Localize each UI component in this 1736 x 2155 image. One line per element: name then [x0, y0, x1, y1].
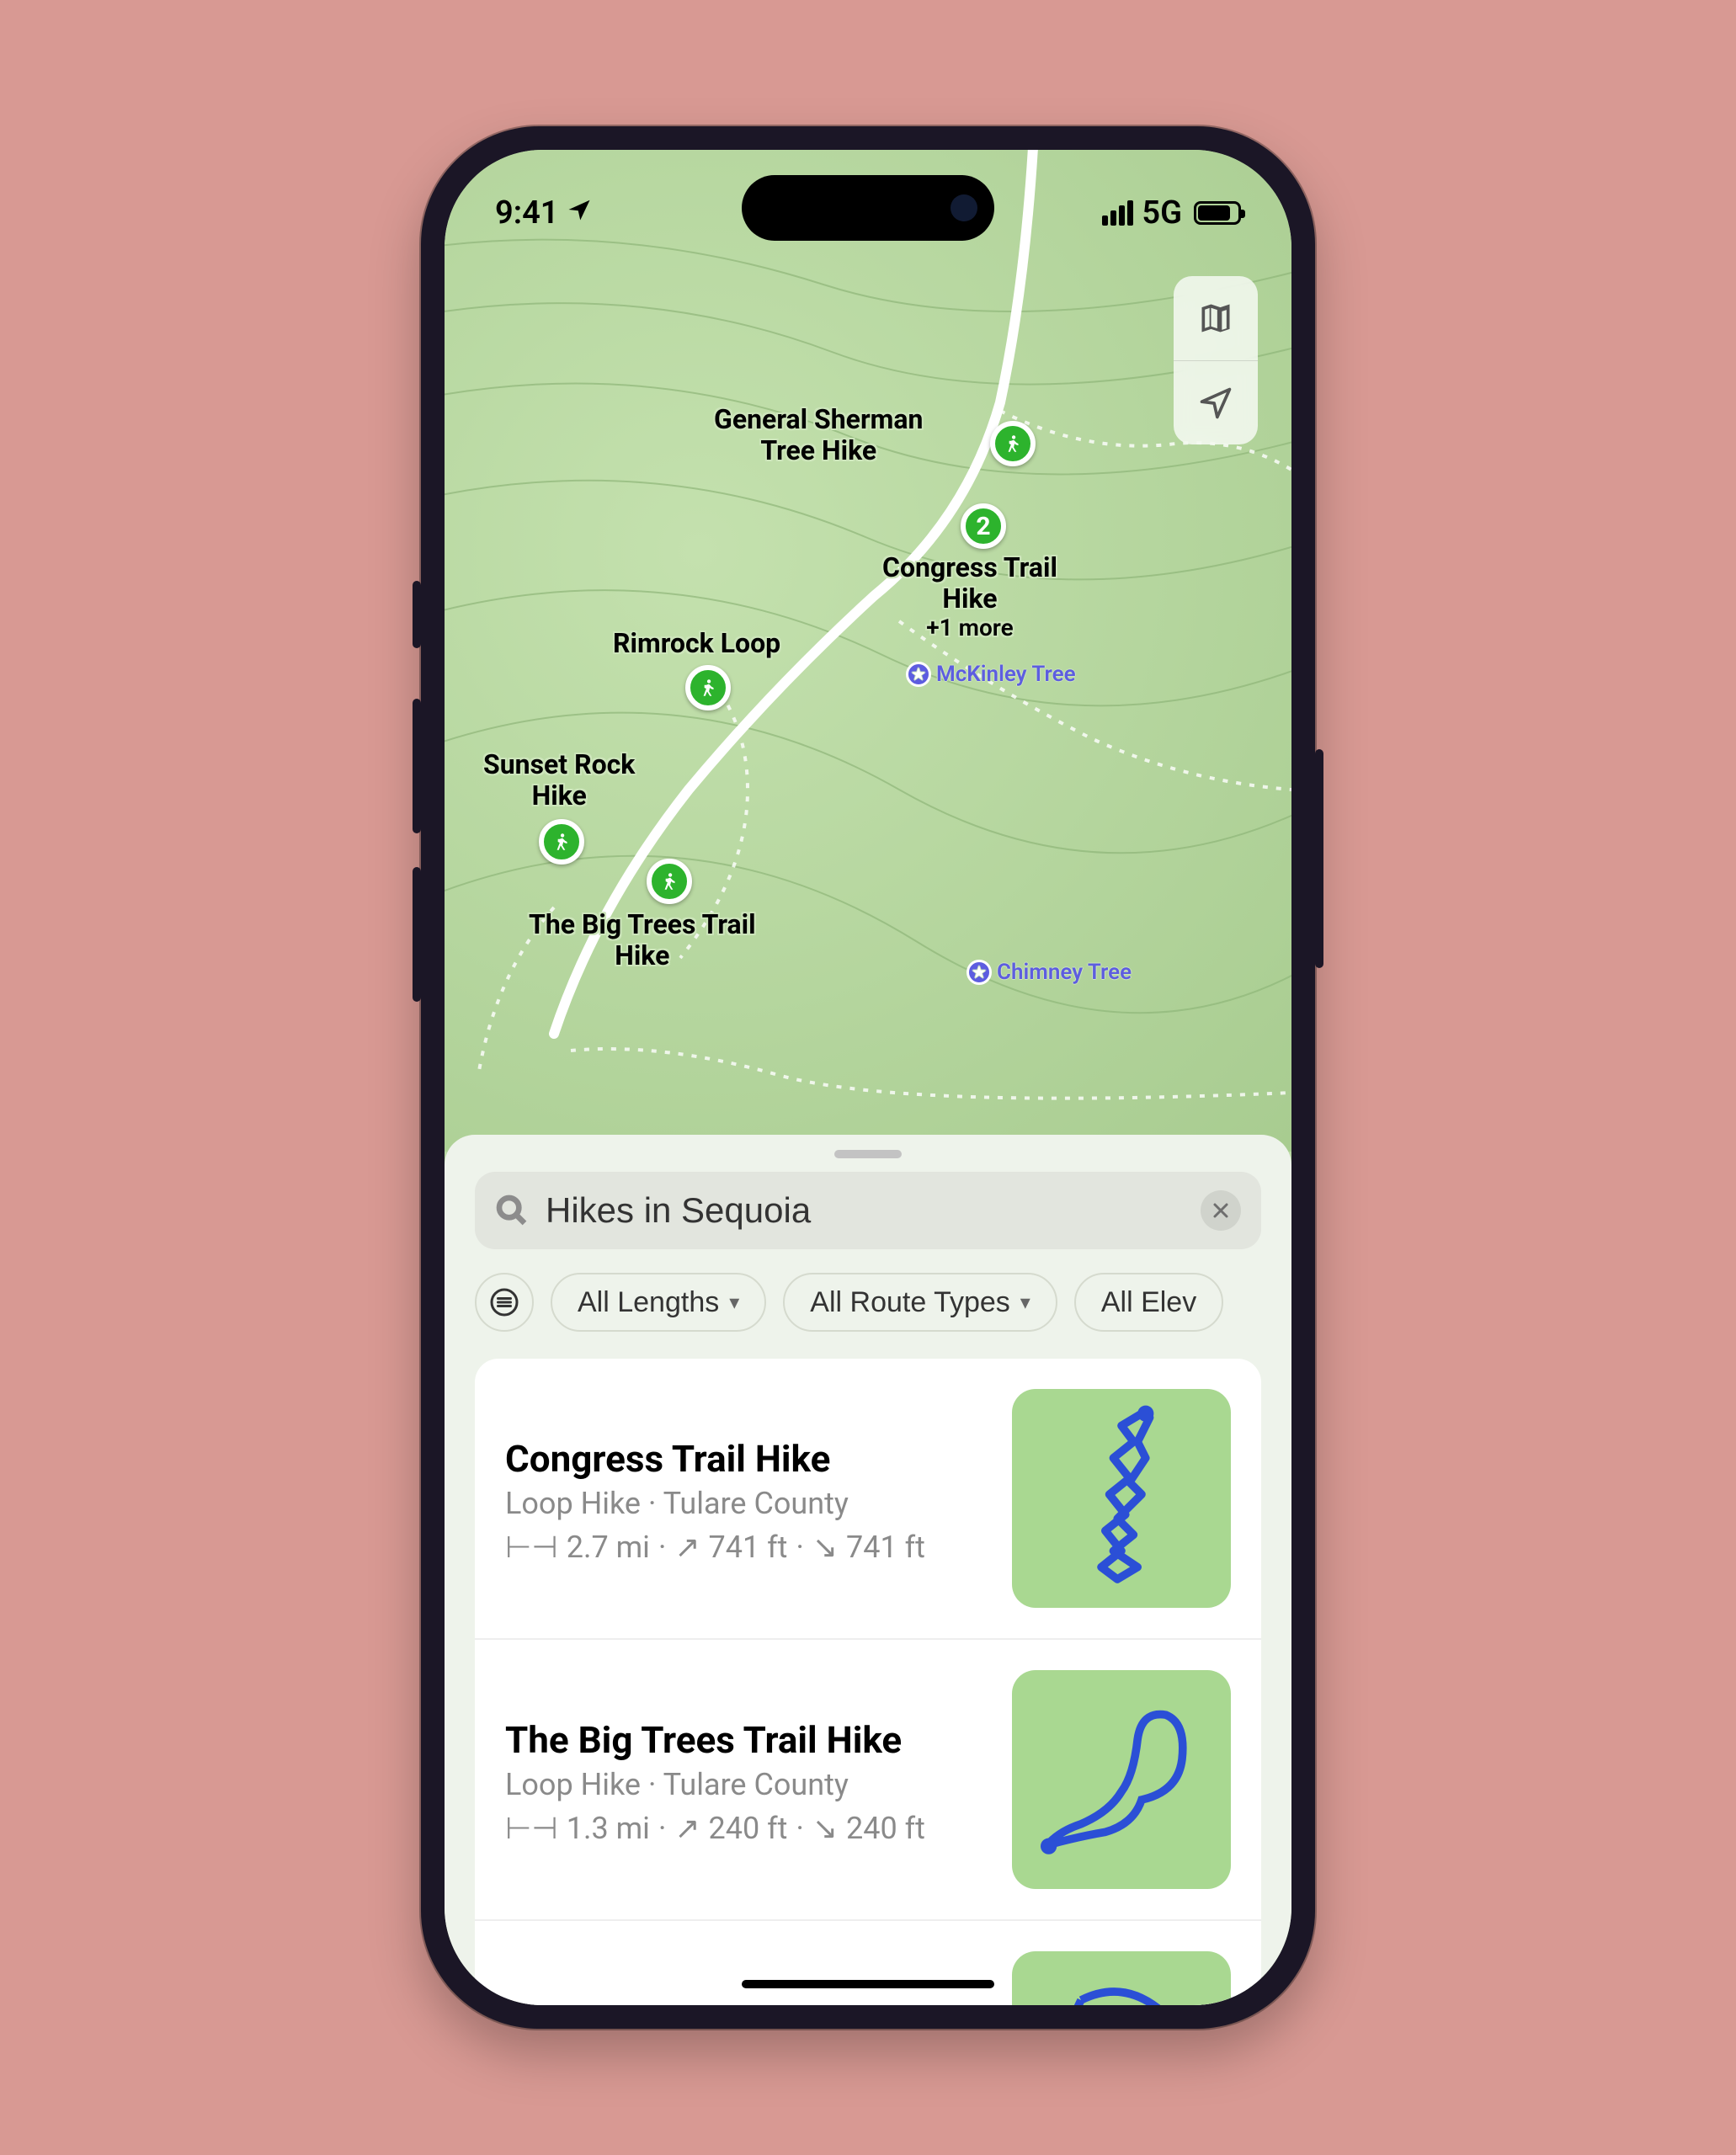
map-label-rimrock: Rimrock Loop — [613, 628, 780, 659]
volume-down-button[interactable] — [413, 867, 421, 1002]
dynamic-island — [742, 175, 994, 241]
sheet-grabber[interactable] — [834, 1150, 902, 1158]
hiker-icon — [658, 870, 680, 892]
chip-lengths[interactable]: All Lengths▾ — [551, 1273, 766, 1332]
battery-icon — [1194, 201, 1241, 225]
descent-icon: ↘ — [812, 1811, 838, 1846]
map-pin-sunset[interactable] — [539, 819, 584, 865]
result-item[interactable]: Congress Trail Hike Loop Hike · Tulare C… — [475, 1359, 1261, 1638]
bottom-sheet[interactable]: All Lengths▾ All Route Types▾ All Elev C… — [445, 1135, 1291, 2005]
result-title: Congress Trail Hike — [505, 1437, 987, 1482]
ascent-icon: ↗ — [674, 1811, 700, 1846]
ascent-icon: ↗ — [674, 1530, 700, 1565]
search-input[interactable] — [546, 1190, 1184, 1231]
map-mode-icon — [1197, 300, 1234, 337]
map-pin-general-sherman[interactable] — [990, 421, 1036, 466]
route-thumbnail — [1012, 1389, 1231, 1608]
result-stats: ⊢⊣1.3 mi· ↗240 ft· ↘240 ft — [505, 1811, 987, 1846]
hiker-icon — [697, 677, 719, 699]
clear-search-button[interactable] — [1201, 1190, 1241, 1231]
map-label-general-sherman: General Sherman Tree Hike — [714, 404, 923, 466]
map-mode-button[interactable] — [1174, 276, 1258, 360]
star-icon: ★ — [906, 662, 931, 687]
map-pin-big-trees[interactable] — [647, 859, 692, 904]
hiker-icon — [1002, 433, 1024, 455]
chevron-down-icon: ▾ — [1020, 1290, 1030, 1315]
result-subtitle: Loop Hike · Tulare County — [505, 1767, 987, 1802]
sliders-icon — [489, 1287, 519, 1317]
route-thumbnail — [1012, 1951, 1231, 2005]
chip-route-types[interactable]: All Route Types▾ — [783, 1273, 1057, 1332]
filter-chips: All Lengths▾ All Route Types▾ All Elev — [445, 1249, 1291, 1359]
result-title: The Big Trees Trail Hike — [505, 1718, 987, 1763]
distance-icon: ⊢⊣ — [505, 1530, 558, 1565]
power-button[interactable] — [1315, 749, 1323, 968]
map-label-sunset: Sunset Rock Hike — [483, 749, 635, 811]
route-thumbnail — [1012, 1670, 1231, 1889]
map-controls — [1174, 276, 1258, 444]
hiker-icon — [551, 831, 572, 853]
location-arrow-icon — [1197, 385, 1234, 422]
filter-settings-button[interactable] — [475, 1273, 534, 1332]
poi-mckinley[interactable]: ★McKinley Tree — [906, 662, 1076, 687]
status-network: 5G — [1142, 194, 1182, 231]
result-stats: ⊢⊣2.7 mi· ↗741 ft· ↘741 ft — [505, 1530, 987, 1565]
star-icon: ★ — [967, 960, 992, 985]
result-subtitle: Loop Hike · Tulare County — [505, 1486, 987, 1521]
chevron-down-icon: ▾ — [729, 1290, 739, 1315]
map-label-congress: Congress Trail Hike+1 more — [882, 552, 1057, 641]
cellular-signal-icon — [1102, 200, 1133, 226]
status-time: 9:41 — [495, 194, 558, 231]
result-item[interactable]: The Big Trees Trail Hike Loop Hike · Tul… — [475, 1638, 1261, 1919]
phone-frame: 9:41 5G — [421, 126, 1315, 2029]
volume-up-button[interactable] — [413, 699, 421, 833]
results-list: Congress Trail Hike Loop Hike · Tulare C… — [475, 1359, 1261, 2005]
locate-button[interactable] — [1174, 360, 1258, 444]
map-canvas[interactable]: General Sherman Tree Hike 2 Congress Tra… — [445, 150, 1291, 1152]
poi-chimney[interactable]: ★Chimney Tree — [967, 960, 1132, 985]
close-icon — [1211, 1200, 1231, 1221]
chip-elevation[interactable]: All Elev — [1074, 1273, 1223, 1332]
descent-icon: ↘ — [812, 1530, 838, 1565]
search-icon — [495, 1194, 529, 1227]
topo-lines — [445, 150, 1291, 1152]
search-bar[interactable] — [475, 1172, 1261, 1249]
map-label-big-trees: The Big Trees Trail Hike — [529, 909, 756, 971]
mute-switch[interactable] — [413, 581, 421, 648]
location-services-icon — [567, 197, 592, 229]
screen: 9:41 5G — [445, 150, 1291, 2005]
map-pin-rimrock[interactable] — [685, 665, 731, 710]
map-cluster-pin[interactable]: 2 — [961, 503, 1006, 549]
result-item[interactable]: Crescent Meadow Hike — [475, 1919, 1261, 2005]
home-indicator[interactable] — [742, 1980, 994, 1988]
distance-icon: ⊢⊣ — [505, 1811, 558, 1846]
